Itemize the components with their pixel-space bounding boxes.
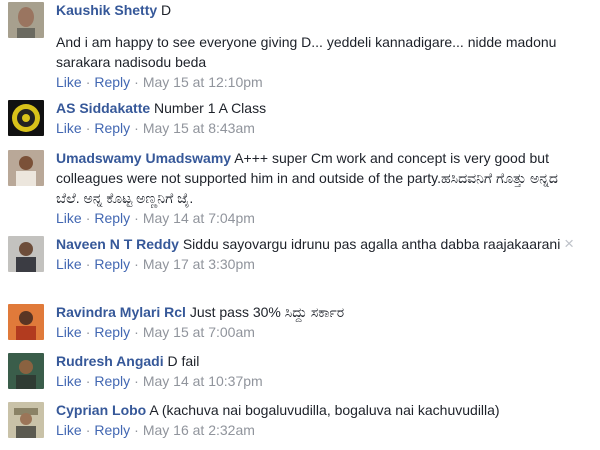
like-link[interactable]: Like [56,120,82,136]
comment-author[interactable]: AS Siddakatte [56,100,150,116]
reply-link[interactable]: Reply [94,120,130,136]
comment-timestamp[interactable]: May 15 at 8:43am [143,120,255,136]
avatar[interactable] [8,236,44,272]
comment-meta: Like · Reply · May 14 at 10:37pm [56,371,570,391]
comment-meta: Like · Reply · May 15 at 7:00am [56,322,570,342]
close-icon[interactable]: × [564,235,574,252]
separator-dot: · [134,373,139,389]
comment-author[interactable]: Naveen N T Reddy [56,236,179,252]
like-link[interactable]: Like [56,74,82,90]
comment-text: D [161,2,172,18]
like-link[interactable]: Like [56,422,82,438]
comment-timestamp[interactable]: May 17 at 3:30pm [143,256,255,272]
separator-dot: · [134,422,139,438]
comment-text-paragraph: And i am happy to see everyone giving D.… [56,34,557,70]
comment-meta: Like · Reply · May 15 at 8:43am [56,118,570,138]
separator-dot: · [85,74,91,90]
reply-link[interactable]: Reply [94,422,130,438]
comment-author[interactable]: Ravindra Mylari Rcl [56,304,186,320]
avatar[interactable] [8,304,44,340]
comment-meta: Like · Reply · May 16 at 2:32am [56,420,570,440]
reply-link[interactable]: Reply [94,256,130,272]
reply-link[interactable]: Reply [94,74,130,90]
separator-dot: · [134,324,139,340]
separator-dot: · [85,210,91,226]
comment-text: Just pass 30% ಸಿದ್ದು ಸರ್ಕಾರ [189,304,345,320]
comment-meta: Like · Reply · May 17 at 3:30pm [56,254,570,274]
comment-timestamp[interactable]: May 16 at 2:32am [143,422,255,438]
separator-dot: · [85,120,91,136]
comment-text: Number 1 A Class [154,100,267,116]
separator-dot: · [85,256,91,272]
separator-dot: · [134,210,139,226]
comment-text: Siddu sayovargu idrunu pas agalla antha … [182,236,561,252]
reply-link[interactable]: Reply [94,324,130,340]
comment-timestamp[interactable]: May 14 at 10:37pm [143,373,263,389]
comment-author[interactable]: Kaushik Shetty [56,2,157,18]
avatar[interactable] [8,353,44,389]
comment-meta: Like · Reply · May 15 at 12:10pm [56,72,570,92]
avatar[interactable] [8,2,44,38]
comment-meta: Like · Reply · May 14 at 7:04pm [56,208,570,228]
comment-author[interactable]: Cyprian Lobo [56,402,146,418]
avatar[interactable] [8,150,44,186]
reply-link[interactable]: Reply [94,373,130,389]
like-link[interactable]: Like [56,324,82,340]
comment-text: A (kachuva nai bogaluvudilla, bogaluva n… [149,402,500,418]
reply-link[interactable]: Reply [94,210,130,226]
like-link[interactable]: Like [56,373,82,389]
avatar[interactable] [8,100,44,136]
like-link[interactable]: Like [56,210,82,226]
comment-timestamp[interactable]: May 15 at 7:00am [143,324,255,340]
comment-text: D fail [167,353,200,369]
separator-dot: · [85,422,91,438]
separator-dot: · [134,256,139,272]
like-link[interactable]: Like [56,256,82,272]
comment-author[interactable]: Umadswamy Umadswamy [56,150,231,166]
separator-dot: · [134,74,139,90]
separator-dot: · [85,324,91,340]
avatar[interactable] [8,402,44,438]
separator-dot: · [85,373,91,389]
separator-dot: · [134,120,139,136]
comment-timestamp[interactable]: May 15 at 12:10pm [143,74,263,90]
comment-author[interactable]: Rudresh Angadi [56,353,164,369]
comment-timestamp[interactable]: May 14 at 7:04pm [143,210,255,226]
